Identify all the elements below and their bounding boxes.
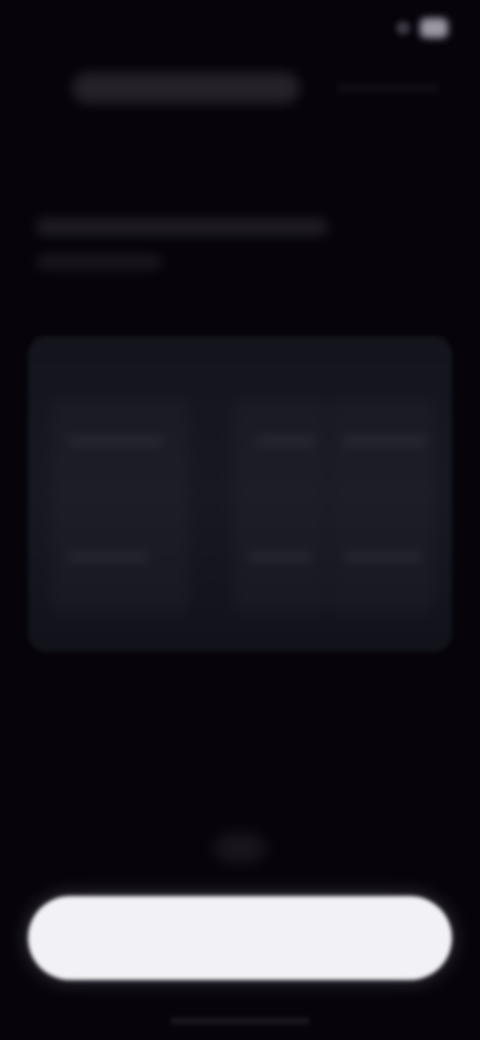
- status-icons: [396, 18, 448, 38]
- card-detail-line: [68, 436, 164, 446]
- primary-action-button[interactable]: [28, 896, 452, 980]
- battery-icon: [420, 18, 448, 38]
- card-detail-line: [256, 436, 316, 446]
- header-title: [82, 78, 292, 98]
- description-line-1: [36, 218, 328, 236]
- status-bar: [0, 0, 480, 56]
- card-detail-line: [68, 552, 148, 562]
- card-detail-line: [344, 552, 422, 562]
- primary-action-label: [28, 924, 452, 952]
- header-subtitle: [336, 84, 440, 92]
- card-label-left: [58, 486, 176, 510]
- card-label-middle: [242, 486, 304, 510]
- signal-icon: [396, 21, 410, 35]
- card-detail-line: [342, 436, 428, 446]
- description-line-2: [36, 254, 162, 270]
- card-label-right: [328, 486, 424, 510]
- home-indicator: [170, 1018, 310, 1024]
- card-detail-line: [248, 552, 312, 562]
- content-card: [28, 336, 452, 652]
- app-screen: [0, 0, 480, 1040]
- page-indicator: [214, 834, 266, 862]
- status-time: [36, 16, 108, 40]
- page-title: [34, 160, 426, 200]
